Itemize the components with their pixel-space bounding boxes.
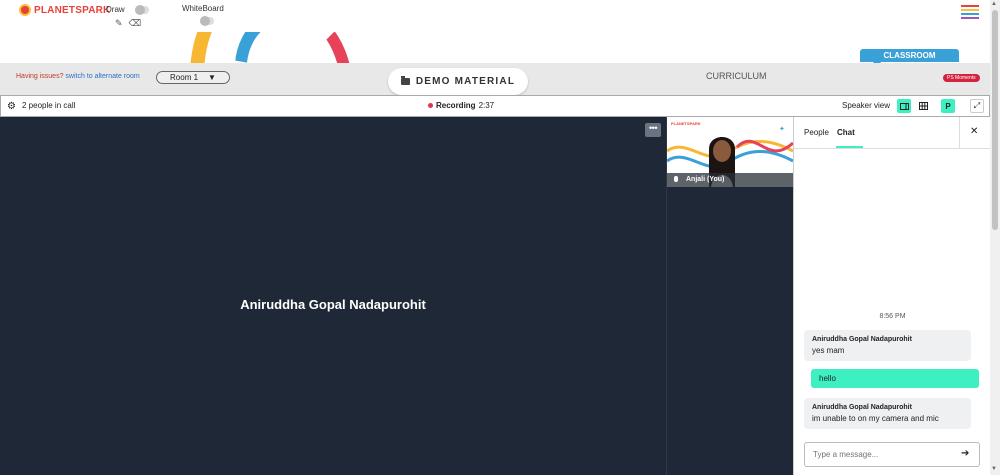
speaker-view-label: Speaker view: [842, 101, 891, 110]
draw-toggle[interactable]: [134, 4, 149, 15]
more-options-icon[interactable]: •••: [645, 123, 661, 137]
side-panel: People Chat ✕ 8:56 PM Aniruddha Gopal Na…: [793, 117, 991, 475]
draw-control: Draw: [106, 4, 149, 15]
chat-message: Aniruddha Gopal Nadapurohit yes mam: [804, 330, 971, 361]
gear-icon[interactable]: ⚙: [7, 101, 16, 112]
message-sender: Aniruddha Gopal Nadapurohit: [812, 336, 912, 343]
recording-status: Recording 2:37: [428, 101, 494, 110]
message-text: im unable to on my camera and mic: [812, 414, 939, 423]
panel-header: People Chat ✕: [794, 117, 991, 149]
issue-text: Having issues?: [16, 73, 64, 80]
issue-notice: Having issues? switch to alternate room: [16, 73, 140, 80]
ps-moments-label: PS Moments: [947, 75, 976, 81]
grid-layout-icon: [918, 102, 928, 110]
folder-icon: [400, 76, 410, 85]
speaker-layout-icon: [899, 102, 909, 110]
tab-people[interactable]: People: [804, 128, 829, 137]
curriculum-tab[interactable]: CURRICULUM: [706, 71, 767, 81]
room-select-value: Room 1: [170, 73, 199, 82]
chat-timestamp: 8:56 PM: [879, 313, 906, 320]
self-tile-label: Anjali (You): [667, 173, 793, 187]
svg-text:✦: ✦: [779, 125, 785, 133]
whiteboard-toggle[interactable]: [200, 16, 214, 26]
chat-message-own: hello: [811, 369, 979, 388]
demo-material-label: DEMO MATERIAL: [415, 76, 516, 87]
recording-dot-icon: [428, 103, 433, 108]
chat-message: Aniruddha Gopal Nadapurohit im unable to…: [804, 398, 971, 429]
demo-material-button[interactable]: DEMO MATERIAL: [388, 68, 528, 95]
self-name: Anjali (You): [686, 176, 725, 183]
message-text: yes mam: [812, 346, 845, 355]
tab-chat[interactable]: Chat: [837, 128, 855, 137]
scroll-down-icon[interactable]: ▼: [991, 466, 997, 472]
scroll-up-icon[interactable]: ▲: [991, 1, 997, 7]
whiteboard-control: WhiteBoard: [182, 4, 224, 26]
caret-down-icon: ▼: [208, 73, 216, 82]
fullscreen-icon[interactable]: ⤢: [970, 99, 984, 113]
send-icon[interactable]: ➔: [961, 448, 969, 459]
deco-arc-pink: [250, 32, 354, 63]
draw-label: Draw: [106, 5, 125, 14]
room-select[interactable]: Room 1 ▼: [156, 71, 230, 84]
message-text: hello: [819, 374, 836, 383]
main-speaker-name: Aniruddha Gopal Nadapurohit: [240, 297, 426, 312]
active-tab-indicator: [836, 146, 863, 148]
self-video-tile[interactable]: PLANETSPARK ✦ Anjali (You): [667, 117, 793, 187]
header-divider: [959, 117, 960, 149]
ps-moments-badge[interactable]: PS Moments: [943, 74, 980, 82]
menu-icon[interactable]: [961, 5, 979, 21]
speaker-view-button[interactable]: [897, 99, 911, 113]
whiteboard-label: WhiteBoard: [182, 4, 224, 13]
main-video-area: Aniruddha Gopal Nadapurohit •••: [0, 117, 666, 475]
chat-message-input[interactable]: [804, 442, 980, 467]
mic-icon: [674, 176, 678, 183]
people-count: 2 people in call: [22, 101, 76, 110]
participant-avatar[interactable]: P: [941, 99, 955, 113]
classroom-tab[interactable]: CLASSROOM: [860, 49, 959, 62]
message-sender: Aniruddha Gopal Nadapurohit: [812, 404, 912, 411]
draw-tools: ✎ ⌫: [115, 18, 141, 29]
recording-time: 2:37: [478, 101, 495, 110]
grid-view-button[interactable]: [916, 99, 930, 113]
decorative-header: [0, 32, 990, 63]
scrollbar-thumb[interactable]: [992, 10, 998, 230]
planet-logo-icon: [19, 4, 31, 16]
alternate-room-link[interactable]: switch to alternate room: [65, 73, 139, 80]
planetspark-logo[interactable]: PLANETSPARK: [19, 4, 110, 16]
close-icon[interactable]: ✕: [970, 126, 978, 137]
recording-label: Recording: [436, 101, 476, 110]
eraser-icon[interactable]: ⌫: [129, 18, 142, 29]
pencil-icon[interactable]: ✎: [115, 18, 123, 29]
logo-text: PLANETSPARK: [34, 4, 111, 16]
participant-video-column: PLANETSPARK ✦ Anjali (You): [666, 117, 793, 475]
